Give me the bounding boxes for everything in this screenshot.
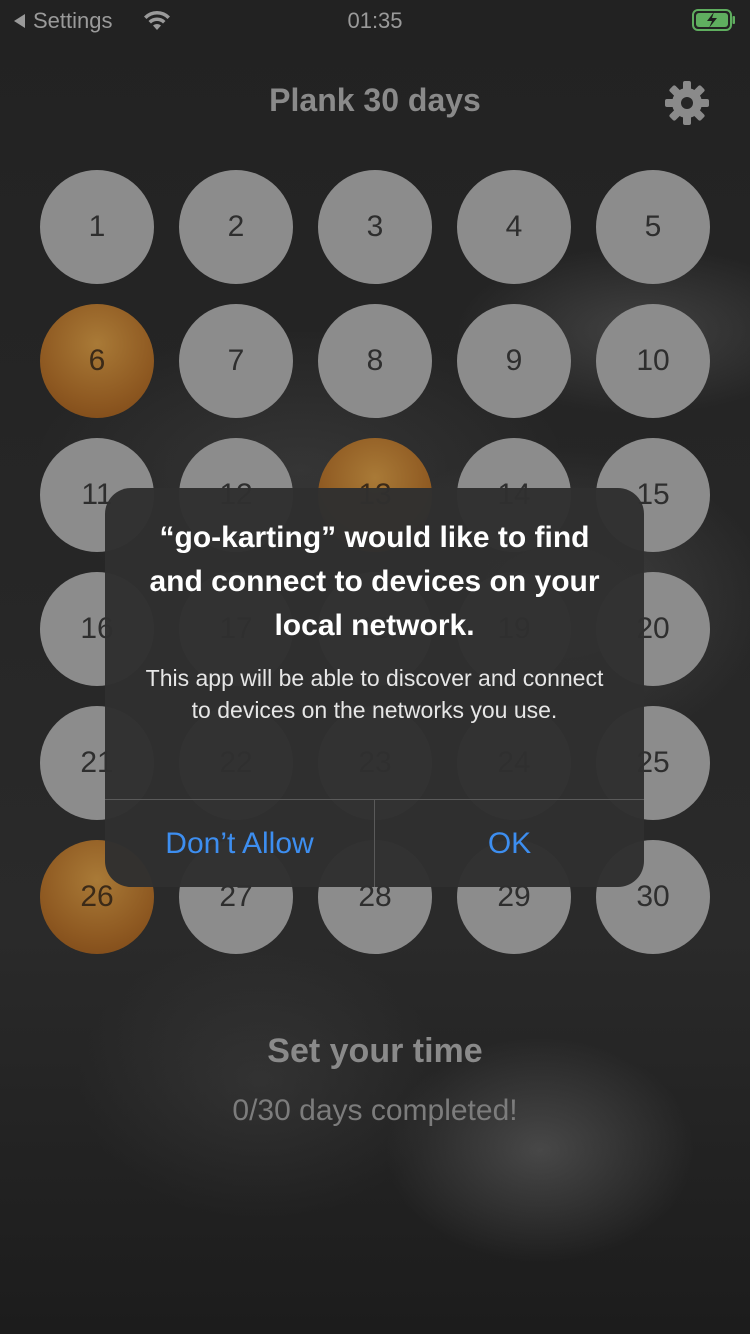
day-circle-6[interactable]: 6 <box>40 304 154 418</box>
day-circle-7[interactable]: 7 <box>179 304 293 418</box>
day-circle-3[interactable]: 3 <box>318 170 432 284</box>
day-circle-4[interactable]: 4 <box>457 170 571 284</box>
status-time: 01:35 <box>347 8 403 33</box>
status-bar: Settings 01:35 <box>0 0 750 40</box>
ok-button[interactable]: OK <box>375 800 644 887</box>
alert-message: This app will be able to discover and co… <box>145 665 604 723</box>
permission-alert: “go-karting” would like to find and conn… <box>105 488 644 887</box>
gear-icon[interactable] <box>664 80 710 126</box>
day-circle-5[interactable]: 5 <box>596 170 710 284</box>
day-circle-9[interactable]: 9 <box>457 304 571 418</box>
day-circle-1[interactable]: 1 <box>40 170 154 284</box>
set-time-label[interactable]: Set your time <box>0 1032 750 1071</box>
battery-charging-icon <box>692 9 735 31</box>
dont-allow-button[interactable]: Don’t Allow <box>105 800 374 887</box>
progress-text: 0/30 days completed! <box>232 1094 518 1127</box>
page-title: Plank 30 days <box>269 82 481 118</box>
day-circle-2[interactable]: 2 <box>179 170 293 284</box>
day-circle-8[interactable]: 8 <box>318 304 432 418</box>
day-circle-10[interactable]: 10 <box>596 304 710 418</box>
alert-title: “go-karting” would like to find and conn… <box>149 521 600 642</box>
